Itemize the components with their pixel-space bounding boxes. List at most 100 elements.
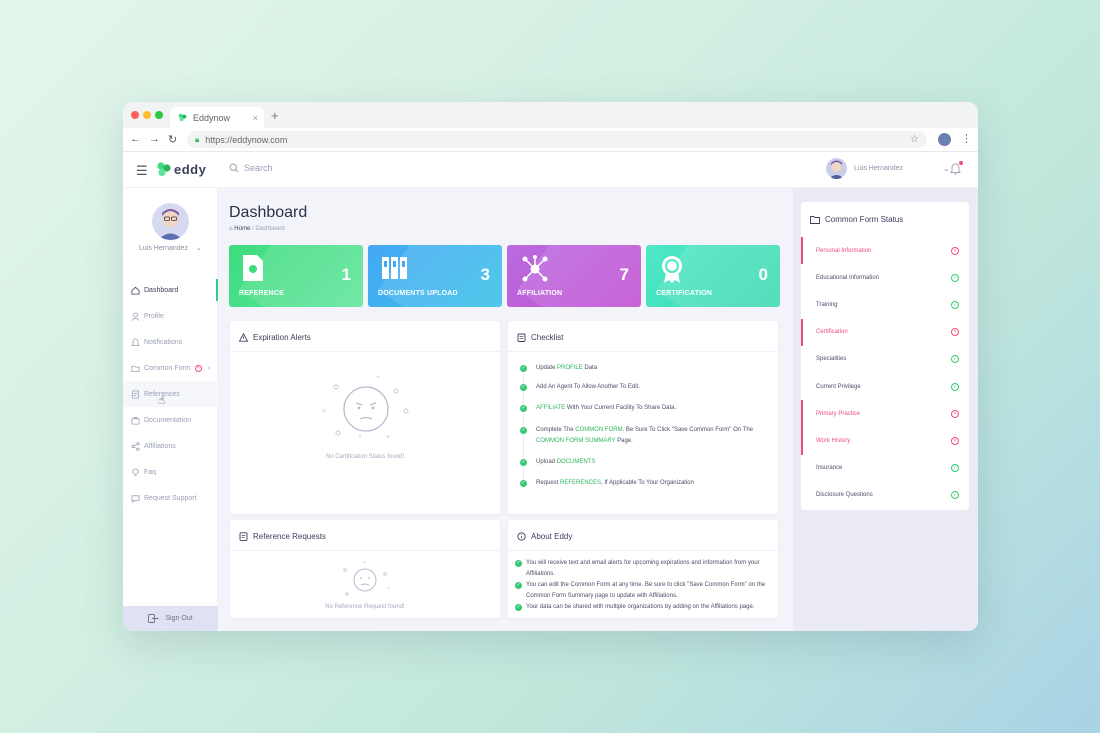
briefcase-icon bbox=[131, 416, 140, 425]
folder-icon bbox=[810, 216, 820, 224]
empty-face-illustration: × + + + bbox=[322, 374, 409, 441]
about-eddy-card: About Eddy ✓ You will receive text and em… bbox=[508, 520, 778, 618]
breadcrumb-home[interactable]: ⌂ Home bbox=[229, 226, 250, 232]
about-list: ✓ You will receive text and email alerts … bbox=[515, 558, 770, 613]
list-item: ✓ AFFILIATE With Your Current Facility T… bbox=[520, 405, 677, 412]
sidebar-item-documentation[interactable]: Documentation bbox=[123, 407, 218, 433]
sidebar-user-name: Luis Hernandez bbox=[139, 245, 189, 252]
notification-dot bbox=[959, 161, 963, 165]
address-bar[interactable]: 🔒︎ https://eddynow.com ☆ bbox=[187, 131, 927, 148]
maximize-window-button[interactable] bbox=[155, 111, 163, 119]
error-circle-icon: × bbox=[951, 409, 959, 418]
document-icon bbox=[239, 532, 248, 541]
browser-window: Eddynow × + ← → ↻ 🔒︎ https://eddynow.com… bbox=[123, 102, 978, 631]
document-icon bbox=[131, 389, 140, 399]
avatar[interactable] bbox=[152, 203, 189, 240]
status-item-disclosure-questions[interactable]: Disclosure Questions ✓ bbox=[801, 482, 969, 509]
references-link[interactable]: REFERENCES bbox=[560, 480, 601, 486]
notifications-button[interactable] bbox=[950, 161, 963, 180]
eddy-logo[interactable]: eddy bbox=[156, 161, 206, 177]
avatar bbox=[826, 158, 847, 179]
svg-text:+: + bbox=[376, 374, 380, 381]
eddy-logo-icon bbox=[157, 162, 171, 177]
hamburger-menu-icon[interactable]: ☰ bbox=[136, 163, 148, 179]
tile-documents-upload[interactable]: 3 DOCUMENTS UPLOAD bbox=[368, 245, 502, 307]
check-circle-icon: ✓ bbox=[951, 355, 959, 364]
breadcrumb: ⌂ Home / Dashboard bbox=[229, 226, 285, 232]
check-circle-icon: ✓ bbox=[951, 273, 959, 282]
eddy-favicon-icon bbox=[178, 113, 187, 122]
status-item-training[interactable]: Training ✓ bbox=[801, 291, 969, 318]
status-item-label: Primary Practice bbox=[816, 410, 861, 417]
browser-profile-avatar[interactable] bbox=[938, 133, 951, 146]
user-menu[interactable]: Luis Hernandez ⌄ bbox=[826, 158, 950, 179]
tab-title: Eddynow bbox=[193, 112, 231, 123]
minimize-window-button[interactable] bbox=[143, 111, 151, 119]
card-title: About Eddy bbox=[517, 532, 572, 541]
tab-close-icon[interactable]: × bbox=[253, 113, 258, 123]
new-tab-button[interactable]: + bbox=[271, 108, 279, 123]
sidebar-item-faq[interactable]: Faq bbox=[123, 459, 218, 485]
list-item: ✓ Your data can be shared with multiple o… bbox=[515, 604, 755, 611]
status-item-primary-practice[interactable]: Primary Practice × bbox=[801, 400, 969, 428]
sidebar-item-request-support[interactable]: Request Support bbox=[123, 485, 218, 511]
tile-certification[interactable]: 0 CERTIFICATION bbox=[646, 245, 780, 307]
status-item-personal-information[interactable]: Personal Information × bbox=[801, 237, 969, 265]
bookmark-star-icon[interactable]: ☆ bbox=[910, 134, 919, 145]
tile-affiliation[interactable]: 7 AFFILIATION bbox=[507, 245, 641, 307]
check-circle-icon: ✓ bbox=[520, 384, 527, 391]
tile-count: 0 bbox=[758, 265, 768, 284]
status-item-label: Disclosure Questions bbox=[816, 492, 873, 499]
sign-out-button[interactable]: Sign Out bbox=[123, 606, 218, 631]
tile-reference[interactable]: 1 REFERENCE bbox=[229, 245, 363, 307]
search-input[interactable]: Search bbox=[229, 163, 273, 173]
sidebar-user[interactable]: Luis Hernandez ⌄ bbox=[139, 244, 202, 252]
sidebar-item-notifications[interactable]: Notifications bbox=[123, 329, 218, 355]
check-circle-icon: ✓ bbox=[520, 427, 527, 434]
sidebar-item-references[interactable]: References bbox=[123, 381, 218, 407]
error-circle-icon: × bbox=[951, 436, 959, 445]
browser-tab[interactable]: Eddynow × bbox=[170, 107, 264, 128]
sign-out-label: Sign Out bbox=[165, 615, 193, 622]
sidebar-item-common-form[interactable]: Common Form × › bbox=[123, 355, 218, 381]
binders-icon bbox=[382, 257, 407, 279]
empty-message: No Certification Status found! bbox=[325, 454, 405, 460]
card-title: Checklist bbox=[517, 333, 563, 342]
svg-text:×: × bbox=[322, 408, 326, 415]
status-item-work-history[interactable]: Work History × bbox=[801, 427, 969, 455]
chevron-down-icon: ⌄ bbox=[943, 164, 950, 173]
expiration-alerts-card: Expiration Alerts × + + + No Certification … bbox=[230, 321, 500, 514]
sidebar-item-profile[interactable]: Profile bbox=[123, 303, 218, 329]
browser-menu-icon[interactable]: ⋮ bbox=[961, 132, 972, 145]
page-title: Dashboard bbox=[229, 204, 308, 221]
affiliate-link[interactable]: AFFILIATE bbox=[536, 405, 565, 411]
status-item-specialities[interactable]: Specialities ✓ bbox=[801, 346, 969, 373]
status-item-insurance[interactable]: Insurance ✓ bbox=[801, 455, 969, 482]
user-icon bbox=[131, 312, 140, 321]
bell-icon bbox=[131, 337, 140, 346]
forward-icon[interactable]: → bbox=[149, 133, 160, 145]
check-circle-icon: ✓ bbox=[515, 560, 522, 567]
reload-icon[interactable]: ↻ bbox=[168, 133, 177, 146]
status-item-educational-information[interactable]: Educational Information ✓ bbox=[801, 264, 969, 291]
sidebar-item-affiliations[interactable]: Affiliations bbox=[123, 433, 218, 459]
error-circle-icon: × bbox=[951, 246, 959, 255]
list-item: ✓ Add An Agent To Allow Another To Edit. bbox=[520, 384, 640, 391]
back-icon[interactable]: ← bbox=[130, 133, 141, 145]
status-item-certification[interactable]: Certification × bbox=[801, 318, 969, 346]
sidebar-item-dashboard[interactable]: Dashboard bbox=[123, 277, 218, 303]
status-item-current-privilege[interactable]: Current Privilege ✓ bbox=[801, 373, 969, 400]
status-item-label: Insurance bbox=[816, 465, 843, 472]
tile-label: REFERENCE bbox=[239, 290, 284, 297]
sidebar-item-label: Affiliations bbox=[144, 442, 176, 450]
close-window-button[interactable] bbox=[131, 111, 139, 119]
documents-link[interactable]: DOCUMENTS bbox=[557, 459, 596, 465]
network-icon bbox=[522, 255, 548, 282]
common-form-link[interactable]: COMMON FORM bbox=[575, 427, 622, 433]
list-item: ✓ Request REFERENCES, If Applicable To Y… bbox=[520, 480, 694, 487]
profile-link[interactable]: PROFILE bbox=[557, 365, 583, 371]
tile-count: 1 bbox=[341, 265, 351, 284]
common-form-summary-link[interactable]: COMMON FORM SUMMARY bbox=[536, 438, 615, 444]
check-circle-icon: ✓ bbox=[515, 604, 522, 611]
sidebar-item-label: Notifications bbox=[144, 338, 183, 346]
